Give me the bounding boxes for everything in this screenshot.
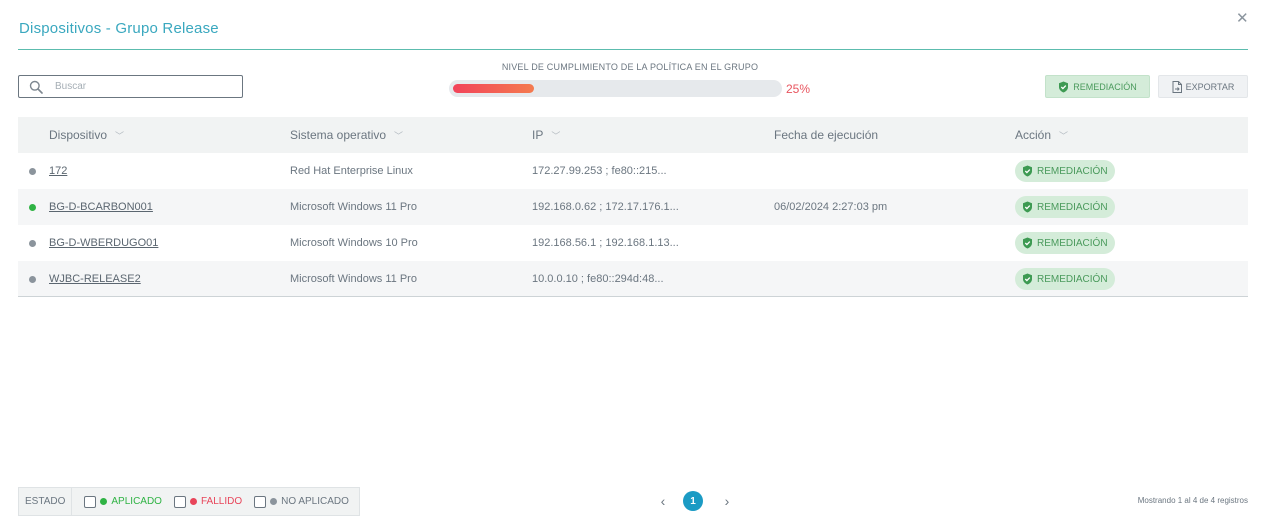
status-dot — [29, 276, 36, 283]
export-button-label: EXPORTAR — [1185, 81, 1235, 92]
shield-check-icon — [1023, 165, 1032, 177]
shield-check-icon — [1059, 81, 1069, 92]
shield-check-icon — [1023, 201, 1032, 213]
export-file-icon — [1172, 80, 1182, 93]
filter-not-applied[interactable]: NO APLICADO — [254, 495, 349, 508]
applied-dot — [100, 498, 108, 505]
failed-dot — [189, 498, 197, 505]
chevron-right-icon[interactable]: › — [719, 493, 735, 509]
pagination: ‹ 1 › — [655, 491, 735, 511]
status-dot — [29, 168, 36, 175]
column-header-action[interactable]: Acción ﹀ — [1015, 128, 1068, 142]
date-cell: 06/02/2024 2:27:03 pm — [774, 201, 888, 213]
search-box[interactable] — [18, 75, 243, 98]
compliance-percentage: 25% — [786, 82, 811, 96]
search-input[interactable] — [55, 81, 225, 92]
status-legend: ESTADO APLICADO FALLIDO NO APLICADO — [18, 487, 360, 516]
close-icon[interactable]: ✕ — [1236, 11, 1249, 26]
compliance-progress-fill — [453, 84, 534, 93]
os-cell: Microsoft Windows 11 Pro — [290, 273, 417, 285]
failed-checkbox[interactable] — [173, 495, 186, 508]
chevron-left-icon[interactable]: ‹ — [655, 493, 671, 509]
devices-table: Dispositivo ﹀ Sistema operativo ﹀ IP ﹀ Fech… — [18, 117, 1248, 297]
applied-label: APLICADO — [111, 496, 162, 507]
legend-label: ESTADO — [19, 488, 73, 515]
filter-failed[interactable]: FALLIDO — [173, 495, 243, 508]
os-cell: Red Hat Enterprise Linux — [290, 165, 413, 177]
table-row: BG-D-WBERDUGO01 Microsoft Windows 10 Pro… — [18, 225, 1248, 261]
remediation-badge[interactable]: REMEDIACIÓN — [1015, 232, 1115, 254]
page-title: Dispositivos - Grupo Release — [19, 20, 219, 37]
status-dot — [29, 240, 36, 247]
remediation-badge[interactable]: REMEDIACIÓN — [1015, 268, 1115, 290]
ip-cell: 192.168.56.1 ; 192.168.1.13... — [532, 237, 679, 249]
table-row: WJBC-RELEASE2 Microsoft Windows 11 Pro 1… — [18, 261, 1248, 297]
not-applied-checkbox[interactable] — [254, 495, 267, 508]
device-link[interactable]: BG-D-BCARBON001 — [49, 201, 153, 213]
column-header-os[interactable]: Sistema operativo ﹀ — [290, 128, 403, 142]
device-link[interactable]: WJBC-RELEASE2 — [49, 273, 141, 285]
records-summary: Mostrando 1 al 4 de 4 registros — [1137, 496, 1248, 505]
os-cell: Microsoft Windows 11 Pro — [290, 201, 417, 213]
column-header-date[interactable]: Fecha de ejecución — [774, 128, 878, 142]
search-icon — [29, 80, 43, 94]
status-dot — [29, 204, 36, 211]
chevron-down-icon: ﹀ — [115, 130, 125, 141]
column-header-device[interactable]: Dispositivo ﹀ — [49, 128, 124, 142]
remediation-button-label: REMEDIACIÓN — [1073, 81, 1137, 92]
chevron-down-icon: ﹀ — [551, 130, 561, 141]
remediation-button[interactable]: REMEDIACIÓN — [1045, 75, 1150, 98]
not-applied-label: NO APLICADO — [281, 496, 349, 507]
export-button[interactable]: EXPORTAR — [1158, 75, 1248, 98]
shield-check-icon — [1023, 273, 1032, 285]
compliance-progress-bar — [449, 80, 782, 97]
ip-cell: 172.27.99.253 ; fe80::215... — [532, 165, 667, 177]
page-button-current[interactable]: 1 — [683, 491, 703, 511]
chevron-down-icon: ﹀ — [1059, 130, 1069, 141]
ip-cell: 192.168.0.62 ; 172.17.176.1... — [532, 201, 679, 213]
remediation-badge[interactable]: REMEDIACIÓN — [1015, 160, 1115, 182]
chevron-down-icon: ﹀ — [394, 130, 404, 141]
applied-checkbox[interactable] — [84, 495, 97, 508]
shield-check-icon — [1023, 237, 1032, 249]
table-row: BG-D-BCARBON001 Microsoft Windows 11 Pro… — [18, 189, 1248, 225]
not-applied-dot — [270, 498, 278, 505]
column-header-ip[interactable]: IP ﹀ — [532, 128, 560, 142]
compliance-label: NIVEL DE CUMPLIMIENTO DE LA POLÍTICA EN … — [501, 62, 759, 72]
remediation-badge[interactable]: REMEDIACIÓN — [1015, 196, 1115, 218]
table-row: 172 Red Hat Enterprise Linux 172.27.99.2… — [18, 153, 1248, 189]
failed-label: FALLIDO — [200, 496, 243, 507]
filter-applied[interactable]: APLICADO — [84, 495, 162, 508]
title-divider — [18, 49, 1248, 50]
device-link[interactable]: BG-D-WBERDUGO01 — [49, 237, 158, 249]
table-header: Dispositivo ﹀ Sistema operativo ﹀ IP ﹀ Fech… — [18, 117, 1248, 153]
device-link[interactable]: 172 — [49, 165, 67, 177]
os-cell: Microsoft Windows 10 Pro — [290, 237, 418, 249]
ip-cell: 10.0.0.10 ; fe80::294d:48... — [532, 273, 664, 285]
